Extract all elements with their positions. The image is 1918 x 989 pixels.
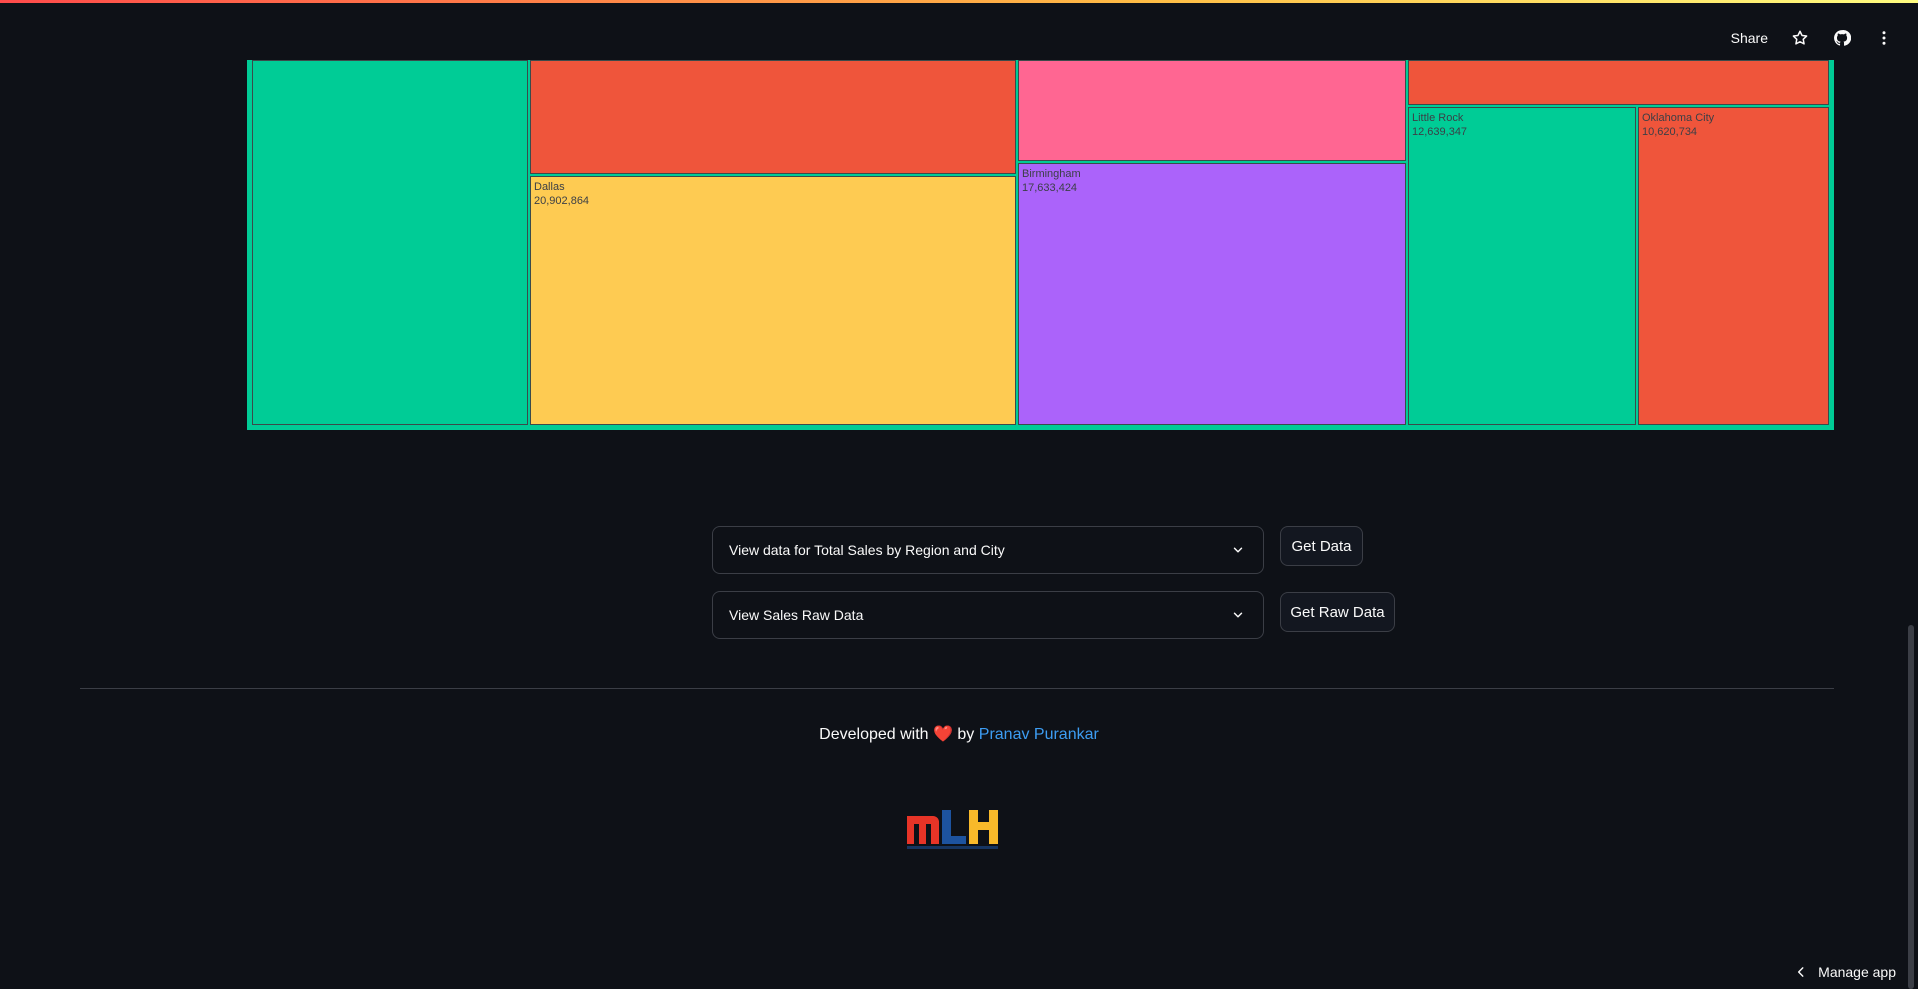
tile-city: Birmingham xyxy=(1022,168,1081,180)
tile-value: 12,639,347 xyxy=(1412,126,1468,138)
chevron-down-icon xyxy=(1233,547,1243,553)
get-raw-data-button[interactable]: Get Raw Data xyxy=(1280,592,1395,632)
footer-credit: Developed with ❤️ by Pranav Purankar xyxy=(0,724,1918,744)
more-vertical-icon[interactable] xyxy=(1874,28,1894,48)
tile-value: 17,633,424 xyxy=(1022,182,1078,194)
share-button[interactable]: Share xyxy=(1731,30,1768,46)
tile-city: Dallas xyxy=(534,181,565,193)
tile-value: 10,620,734 xyxy=(1642,126,1698,138)
divider xyxy=(80,688,1834,689)
scrollbar[interactable] xyxy=(1908,625,1914,989)
treemap-tile-dallas[interactable]: Dallas 20,902,864 xyxy=(530,176,1016,425)
tile-label: Little Rock 12,639,347 xyxy=(1412,111,1467,139)
manage-app-label: Manage app xyxy=(1818,964,1896,980)
treemap-chart: Dallas 20,902,864 Birmingham 17,633,424 … xyxy=(247,60,1834,430)
github-icon[interactable] xyxy=(1832,28,1852,48)
chevron-left-icon xyxy=(1798,967,1804,977)
treemap-tile-green-left[interactable] xyxy=(252,60,528,425)
tile-value: 20,902,864 xyxy=(534,195,590,207)
treemap-tile-pink-top[interactable] xyxy=(1018,60,1406,161)
chevron-down-icon xyxy=(1233,612,1243,618)
treemap-tile-orange-right-top[interactable] xyxy=(1408,60,1829,105)
region-city-select[interactable]: View data for Total Sales by Region and … xyxy=(712,526,1264,574)
mlh-logo xyxy=(907,810,998,849)
tile-city: Oklahoma City xyxy=(1642,112,1715,124)
select-value: View data for Total Sales by Region and … xyxy=(729,542,1005,558)
treemap-tile-little-rock[interactable]: Little Rock 12,639,347 xyxy=(1408,107,1636,425)
author-link[interactable]: Pranav Purankar xyxy=(979,726,1099,743)
footer-prefix: Developed with xyxy=(819,726,929,743)
top-decoration-bar xyxy=(0,0,1918,3)
tile-label: Oklahoma City 10,620,734 xyxy=(1642,111,1714,139)
treemap-tile-birmingham[interactable]: Birmingham 17,633,424 xyxy=(1018,163,1406,425)
footer-by: by xyxy=(957,726,975,743)
tile-label: Dallas 20,902,864 xyxy=(534,180,589,208)
treemap-tile-orange-top[interactable] xyxy=(530,60,1016,174)
heart-icon: ❤️ xyxy=(933,726,953,743)
star-icon[interactable] xyxy=(1790,28,1810,48)
raw-data-select[interactable]: View Sales Raw Data xyxy=(712,591,1264,639)
header-actions: Share xyxy=(1731,28,1894,48)
get-data-button[interactable]: Get Data xyxy=(1280,526,1363,566)
treemap-tile-oklahoma-city[interactable]: Oklahoma City 10,620,734 xyxy=(1638,107,1829,425)
select-value: View Sales Raw Data xyxy=(729,607,864,623)
tile-city: Little Rock xyxy=(1412,112,1464,124)
tile-label: Birmingham 17,633,424 xyxy=(1022,167,1081,195)
manage-app-button[interactable]: Manage app xyxy=(1794,964,1896,980)
